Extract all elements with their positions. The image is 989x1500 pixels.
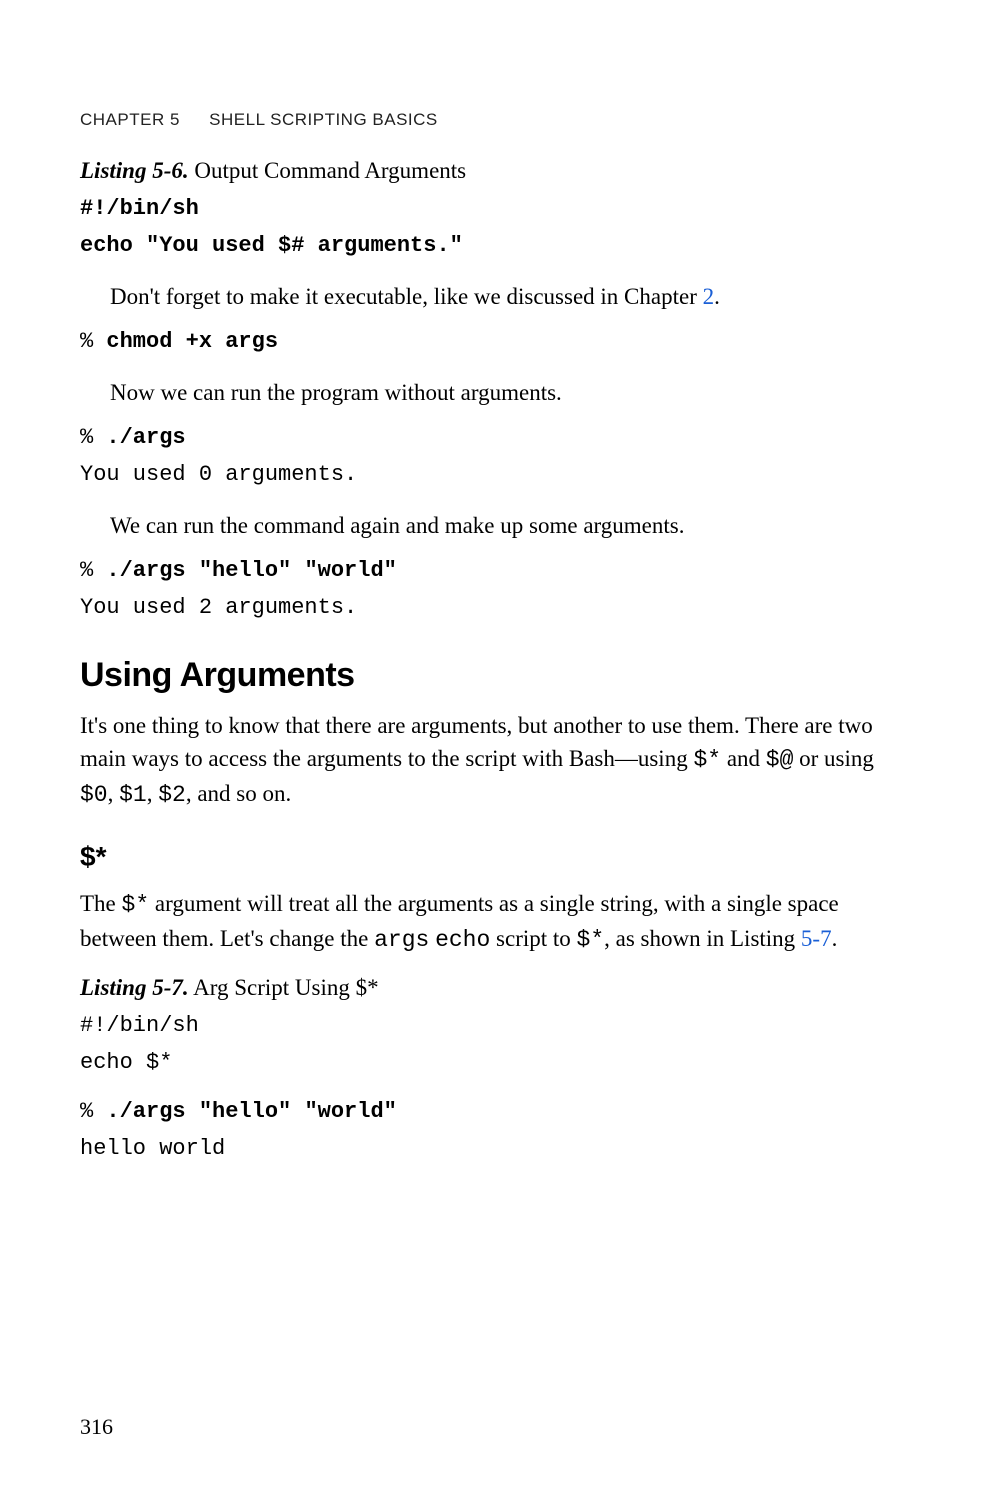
page-number: 316 [80,1414,113,1440]
inline-code: echo [435,927,490,953]
page: CHAPTER 5 SHELL SCRIPTING BASICS Listing… [0,0,989,1500]
paragraph: It's one thing to know that there are ar… [80,709,909,813]
code-line: echo $* [80,1048,909,1079]
command: ./args "hello" "world" [106,1099,396,1124]
command-block: % chmod +x args [80,327,909,358]
code-line: #!/bin/sh [80,194,909,225]
text: . [714,284,720,309]
listing-link[interactable]: 5-7 [801,926,832,951]
inline-code: args [374,927,429,953]
inline-code: $2 [158,782,186,808]
command: ./args "hello" "world" [106,558,396,583]
listing-label: Listing 5-6. [80,158,189,183]
running-header: CHAPTER 5 SHELL SCRIPTING BASICS [80,110,909,130]
section-heading-using-arguments: Using Arguments [80,656,909,695]
command: ./args [106,425,185,450]
command: chmod +x args [106,329,278,354]
text: , as shown in Listing [604,926,801,951]
shell-prompt: % [80,1099,106,1124]
text: . [832,926,838,951]
inline-code: $1 [119,782,147,808]
code-line: #!/bin/sh [80,1011,909,1042]
paragraph: Don't forget to make it executable, like… [80,280,909,313]
paragraph: Now we can run the program without argum… [80,376,909,409]
text: The [80,891,122,916]
listing-5-6-caption: Listing 5-6. Output Command Arguments [80,158,909,184]
inline-code: $0 [80,782,108,808]
chapter-label: CHAPTER 5 [80,110,180,129]
listing-5-7-caption: Listing 5-7. Arg Script Using $* [80,975,909,1001]
text: , and so on. [186,781,291,806]
listing-title: Arg Script Using $* [189,975,379,1000]
shell-prompt: % [80,425,106,450]
paragraph: The $* argument will treat all the argum… [80,887,909,958]
inline-code: $@ [766,747,794,773]
inline-code: $* [693,747,721,773]
listing-title: Output Command Arguments [189,158,467,183]
command-block: % ./args "hello" "world" hello world [80,1097,909,1165]
paragraph: We can run the command again and make up… [80,509,909,542]
text: and [721,746,766,771]
inline-code: $* [577,927,605,953]
text: or using [793,746,874,771]
output: You used 2 arguments. [80,593,909,624]
listing-5-7-code: #!/bin/sh echo $* [80,1011,909,1079]
text: , [108,781,120,806]
command-block: % ./args "hello" "world" You used 2 argu… [80,556,909,624]
shell-prompt: % [80,329,106,354]
text: , [147,781,159,806]
listing-5-6-code: #!/bin/sh echo "You used $# arguments." [80,194,909,262]
text: script to [490,926,576,951]
command-block: % ./args You used 0 arguments. [80,423,909,491]
shell-prompt: % [80,558,106,583]
output: hello world [80,1134,909,1165]
listing-label: Listing 5-7. [80,975,189,1000]
subsection-heading-dollar-star: $* [80,841,909,873]
code-line: echo "You used $# arguments." [80,231,909,262]
output: You used 0 arguments. [80,460,909,491]
chapter-title: SHELL SCRIPTING BASICS [209,110,438,129]
chapter-link[interactable]: 2 [703,284,715,309]
inline-code: $* [122,892,150,918]
text: Don't forget to make it executable, like… [110,284,703,309]
